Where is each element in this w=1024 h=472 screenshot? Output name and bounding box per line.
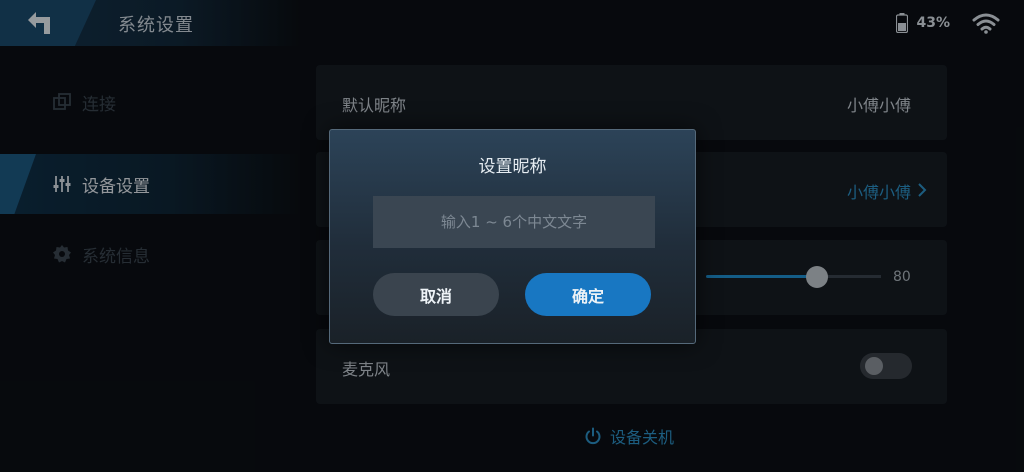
cancel-button[interactable]: 取消 bbox=[373, 273, 499, 316]
nickname-dialog: 设置昵称 取消 确定 bbox=[329, 129, 696, 344]
nickname-input[interactable] bbox=[373, 196, 655, 248]
dialog-title: 设置昵称 bbox=[478, 157, 547, 177]
confirm-button[interactable]: 确定 bbox=[525, 273, 651, 316]
